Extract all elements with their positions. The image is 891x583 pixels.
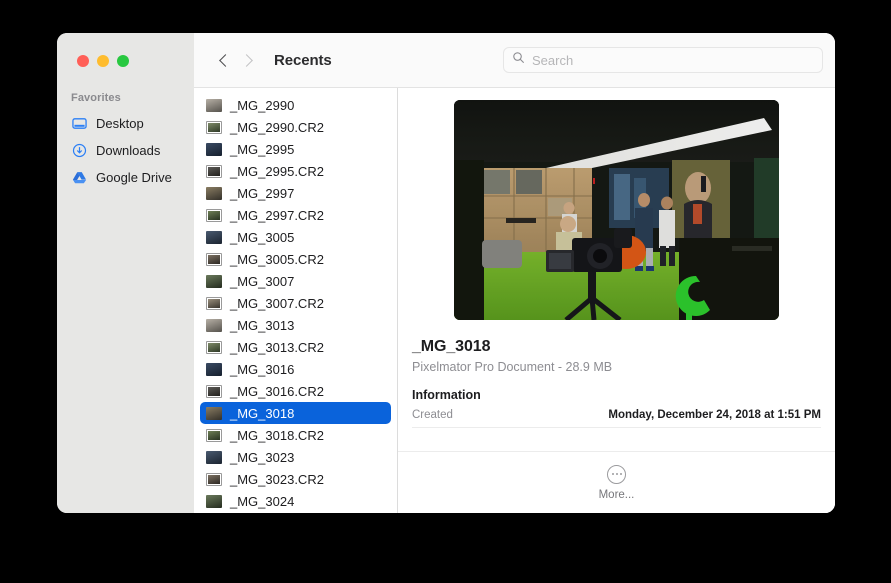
more-label: More... (599, 489, 635, 501)
file-row[interactable]: _MG_2990 (200, 94, 391, 116)
image-file-icon (206, 275, 222, 288)
file-row[interactable]: _MG_2995 (200, 138, 391, 160)
image-file-icon (206, 231, 222, 244)
file-name: _MG_2990 (230, 98, 294, 113)
preview-file-name: _MG_3018 (412, 338, 821, 356)
image-file-icon (206, 363, 222, 376)
sidebar-item-label: Google Drive (96, 170, 172, 185)
back-button[interactable] (212, 47, 236, 73)
search-input[interactable] (532, 53, 814, 68)
file-name: _MG_2990.CR2 (230, 120, 324, 135)
zoom-button[interactable] (117, 55, 129, 67)
preview-pane: _MG_3018 Pixelmator Pro Document - 28.9 … (398, 88, 835, 513)
content-body: _MG_2990 _MG_2990.CR2 _MG_2995 _MG_2995.CR2… (194, 88, 835, 513)
file-name: _MG_3013.CR2 (230, 340, 324, 355)
chevron-right-icon (240, 54, 253, 67)
file-row[interactable]: _MG_3007.CR2 (200, 292, 391, 314)
file-name: _MG_3007 (230, 274, 294, 289)
file-name: _MG_3024 (230, 494, 294, 509)
desktop-icon (71, 115, 88, 132)
raw-file-icon (206, 341, 222, 354)
minimize-button[interactable] (97, 55, 109, 67)
sidebar-item-desktop[interactable]: Desktop (57, 110, 194, 137)
image-file-icon (206, 451, 222, 464)
ellipsis-circle-icon (607, 465, 626, 484)
file-name: _MG_3023 (230, 450, 294, 465)
raw-file-icon (206, 253, 222, 266)
file-name: _MG_3023.CR2 (230, 472, 324, 487)
toolbar: Recents (194, 33, 835, 88)
file-row[interactable]: _MG_3024 (200, 490, 391, 512)
search-field[interactable] (503, 47, 823, 73)
raw-file-icon (206, 165, 222, 178)
raw-file-icon (206, 297, 222, 310)
file-row[interactable]: _MG_3018.CR2 (200, 424, 391, 446)
file-name: _MG_3018.CR2 (230, 428, 324, 443)
raw-file-icon (206, 209, 222, 222)
window-content: Recents _MG_2990_MG_2990.CR2_MG_2995_MG_… (194, 33, 835, 513)
file-name: _MG_3016.CR2 (230, 384, 324, 399)
information-heading: Information (412, 388, 821, 402)
file-name: _MG_3005.CR2 (230, 252, 324, 267)
chevron-left-icon (219, 54, 232, 67)
sidebar-item-downloads[interactable]: Downloads (57, 137, 194, 164)
file-row[interactable]: _MG_2990.CR2 (200, 116, 391, 138)
google-drive-icon (71, 169, 88, 186)
search-icon (512, 51, 525, 69)
more-button[interactable]: More... (398, 451, 835, 513)
file-name: _MG_3005 (230, 230, 294, 245)
file-row[interactable]: _MG_3005 (200, 226, 391, 248)
sidebar-item-google-drive[interactable]: Google Drive (57, 164, 194, 191)
window-controls (57, 33, 194, 88)
sidebar-item-label: Downloads (96, 143, 160, 158)
sidebar-item-label: Desktop (96, 116, 144, 131)
file-row[interactable]: _MG_3013 (200, 314, 391, 336)
file-name: _MG_2997 (230, 186, 294, 201)
information-rows: Created Monday, December 24, 2018 at 1:51… (412, 402, 821, 428)
info-key: Created (412, 409, 453, 421)
file-name: _MG_2995.CR2 (230, 164, 324, 179)
image-file-icon (206, 143, 222, 156)
file-name: _MG_3016 (230, 362, 294, 377)
page-title: Recents (274, 52, 332, 69)
file-name: _MG_2997.CR2 (230, 208, 324, 223)
image-file-icon (206, 319, 222, 332)
file-row[interactable]: _MG_2995.CR2 (200, 160, 391, 182)
file-row[interactable]: _MG_3013.CR2 (200, 336, 391, 358)
raw-file-icon (206, 385, 222, 398)
image-file-icon (206, 495, 222, 508)
preview-file-kind: Pixelmator Pro Document - 28.9 MB (412, 360, 821, 374)
file-name: _MG_2995 (230, 142, 294, 157)
preview-thumbnail (454, 100, 779, 320)
file-list[interactable]: _MG_2990 _MG_2990.CR2 _MG_2995 _MG_2995.CR2… (194, 88, 398, 513)
close-button[interactable] (77, 55, 89, 67)
file-row[interactable]: _MG_2997 (200, 182, 391, 204)
finder-window: Favorites Desktop Downloads (57, 33, 835, 513)
image-file-icon (206, 99, 222, 112)
file-name: _MG_3018 (230, 406, 294, 421)
file-row[interactable]: _MG_3016.CR2 (200, 380, 391, 402)
file-row[interactable]: _MG_3018 (200, 402, 391, 424)
info-row: Created Monday, December 24, 2018 at 1:51… (412, 402, 821, 428)
raw-file-icon (206, 121, 222, 134)
downloads-icon (71, 142, 88, 159)
forward-button[interactable] (236, 47, 260, 73)
raw-file-icon (206, 429, 222, 442)
sidebar-section-favorites: Favorites (57, 88, 194, 110)
file-row[interactable]: _MG_3016 (200, 358, 391, 380)
file-row[interactable]: _MG_3023 (200, 446, 391, 468)
file-name: _MG_3007.CR2 (230, 296, 324, 311)
file-row[interactable]: _MG_2997.CR2 (200, 204, 391, 226)
image-file-icon (206, 187, 222, 200)
file-row[interactable]: _MG_3007 (200, 270, 391, 292)
sidebar: Favorites Desktop Downloads (57, 33, 194, 513)
info-value: Monday, December 24, 2018 at 1:51 PM (608, 409, 821, 421)
raw-file-icon (206, 473, 222, 486)
file-row[interactable]: _MG_3023.CR2 (200, 468, 391, 490)
file-row[interactable]: _MG_3005.CR2 (200, 248, 391, 270)
image-file-icon (206, 407, 222, 420)
preview-scroll-area: _MG_3018 Pixelmator Pro Document - 28.9 … (398, 88, 835, 513)
file-name: _MG_3013 (230, 318, 294, 333)
